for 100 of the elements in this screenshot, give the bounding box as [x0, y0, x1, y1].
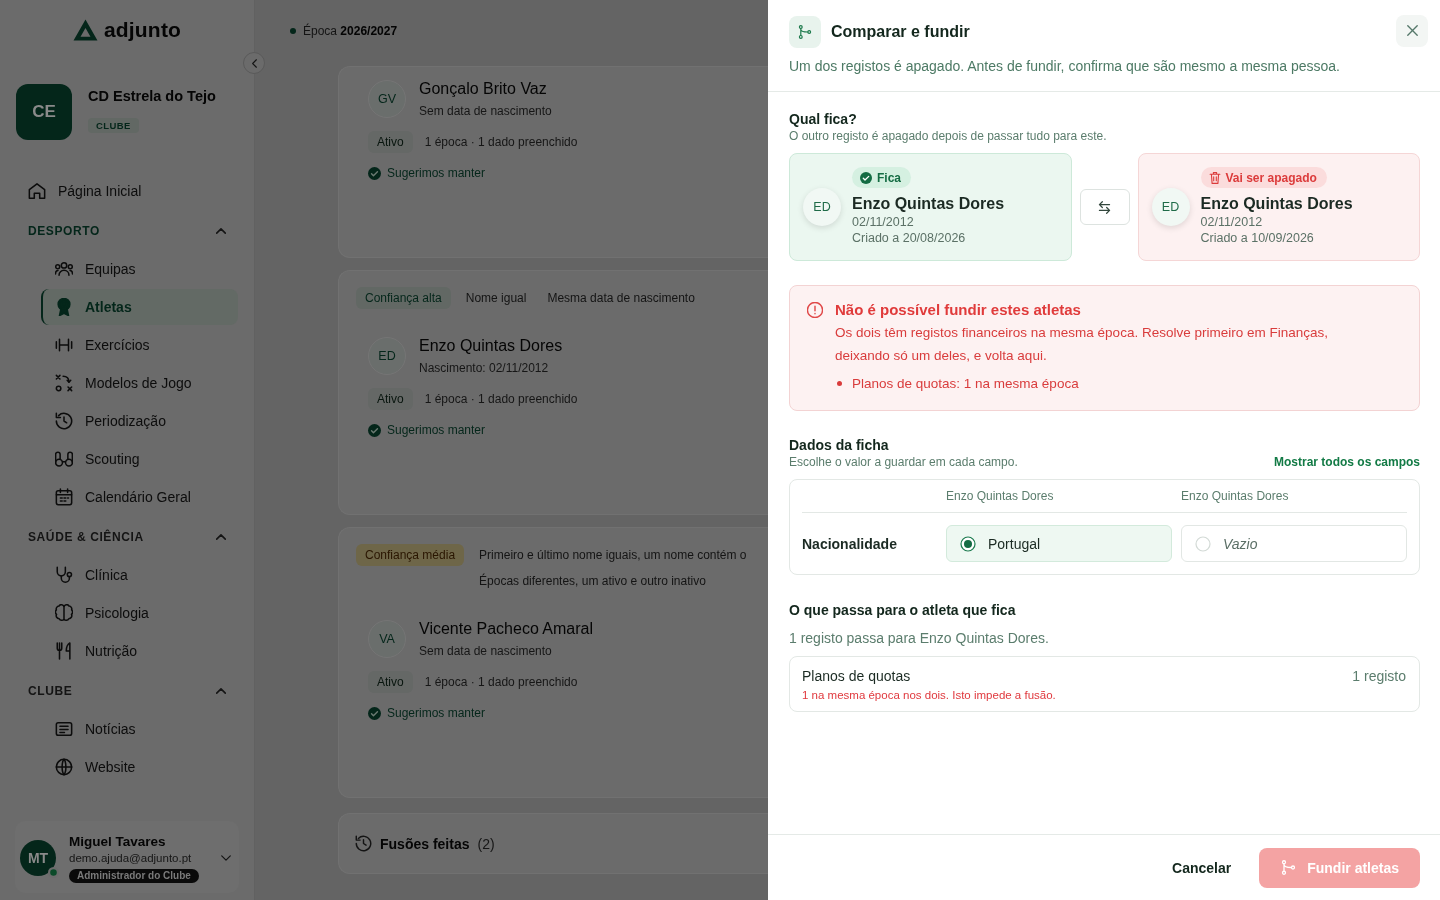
athlete-name: Vicente Pacheco Amaral [419, 619, 594, 639]
section-header[interactable]: SAÚDE & CIÊNCIA [28, 518, 226, 556]
history-icon [55, 412, 73, 430]
status-badge: Ativo [368, 131, 413, 153]
section-title: Dados da ficha [789, 436, 890, 454]
history-icon [355, 835, 372, 852]
confidence-badge: Confiança alta [356, 287, 451, 309]
check-circle-icon [860, 171, 872, 184]
status-dot-icon [290, 28, 296, 34]
section-title: Qual fica? [789, 110, 858, 128]
athlete-avatar: GV [368, 80, 406, 118]
transfer-name: Planos de quotas [802, 667, 911, 685]
field-label: Nacionalidade [802, 535, 898, 552]
close-icon [1406, 25, 1418, 36]
match-reason: Épocas diferentes, um ativo e outro inativo [479, 572, 706, 590]
trash-icon [1208, 171, 1221, 184]
nav-item[interactable]: Psicologia [41, 595, 238, 631]
created-date: Criado a 10/09/2026 [1200, 230, 1314, 246]
transfer-summary: 1 registo passa para Enzo Quintas Dores. [789, 629, 1050, 648]
check-circle-icon [368, 706, 381, 720]
swap-arrows-icon [1098, 200, 1111, 214]
status-badge: Ativo [368, 671, 413, 693]
record-avatar: ED [1151, 187, 1190, 226]
nav-item[interactable]: Clínica [41, 557, 238, 593]
close-button[interactable] [1396, 14, 1428, 47]
check-circle-icon [368, 423, 381, 437]
club-type-badge: CLUBE [88, 118, 139, 133]
dumbbell-icon [55, 336, 73, 354]
record-name: Enzo Quintas Dores [1200, 194, 1353, 214]
match-reason: Primeiro e último nome iguais, um nome contém o [479, 547, 747, 564]
nav-item[interactable]: Modelos de Jogo [41, 365, 238, 401]
match-reason: Mesma data de nascimento [547, 290, 695, 307]
confidence-badge: Confiança média [356, 544, 465, 566]
branch-icon [789, 16, 821, 48]
athlete-stats: 1 época · 1 dado preenchido [424, 135, 578, 149]
user-email: demo.ajuda@adjunto.pt [69, 851, 192, 866]
value-option[interactable]: Vazio [1181, 525, 1407, 562]
transfer-note: 1 na mesma época nos dois. Isto impede a fusão. [802, 688, 1057, 703]
history-count: (2) [477, 835, 495, 852]
nav-item[interactable]: Atletas [41, 289, 238, 325]
nav-item[interactable]: Periodização [41, 403, 238, 439]
nav-item[interactable]: Website [41, 749, 238, 785]
record-card[interactable]: ED Fica Enzo Quintas Dores 02/11/2012 Criado a 20/08/2026 [789, 153, 1072, 261]
birth-date: 02/11/2012 [852, 214, 914, 230]
brain-icon [55, 604, 73, 622]
suggestion-label: Sugerimos manter [387, 166, 486, 180]
value-option[interactable]: Portugal [946, 525, 1172, 562]
collapse-button[interactable] [243, 52, 265, 74]
branch-icon [1281, 860, 1297, 875]
drawer-subtitle: Um dos registos é apagado. Antes de fundir, confirma que são mesmo a mesma pessoa. [789, 57, 1341, 76]
nav-item[interactable]: Nutrição [41, 633, 238, 669]
drawer-title: Comparar e fundir [831, 23, 970, 41]
swap-button[interactable] [1079, 189, 1130, 225]
check-circle-icon [368, 166, 381, 180]
globe-icon [55, 758, 73, 776]
nav-item[interactable]: Scouting [41, 441, 238, 477]
alert-item: Planos de quotas: 1 na mesma época [852, 375, 1079, 393]
nav-item[interactable]: Calendário Geral [41, 479, 238, 515]
record-card[interactable]: ED Vai ser apagado Enzo Quintas Dores 02/11/2012 Criado a 10/09/2026 [1137, 153, 1420, 261]
people-icon [55, 260, 73, 278]
athlete-avatar: VA [368, 620, 406, 658]
nav-item[interactable]: Equipas [41, 251, 238, 287]
newspaper-icon [55, 720, 73, 738]
suggestion-label: Sugerimos manter [387, 706, 486, 720]
status-label: Vai ser apagado [1225, 170, 1317, 185]
logo-icon [72, 19, 98, 41]
section-title: O que passa para o atleta que fica [789, 601, 1017, 619]
history-card[interactable]: Fusões feitas (2) [338, 813, 768, 874]
nav-item[interactable]: Notícias [41, 711, 238, 747]
home-icon [28, 182, 46, 200]
play-diagram-icon [55, 374, 73, 392]
match-reason: Nome igual [465, 290, 527, 307]
nav-item[interactable]: Exercícios [41, 327, 238, 363]
history-title: Fusões feitas [380, 835, 470, 852]
birth-date: Sem data de nascimento [419, 103, 552, 119]
alert-title: Não é possível fundir estes atletas [835, 300, 1082, 320]
athlete-stats: 1 época · 1 dado preenchido [424, 392, 578, 406]
status-label: Fica [877, 170, 901, 185]
section-subtitle: Escolhe o valor a guardar em cada campo. [789, 454, 1018, 470]
athlete-avatar: ED [368, 337, 406, 375]
bullet-icon [837, 381, 842, 386]
cancel-button[interactable]: Cancelar [1156, 848, 1248, 887]
status-badge: Ativo [368, 388, 413, 410]
show-all-fields-link[interactable]: Mostrar todos os campos [1273, 454, 1420, 470]
alert-message: Os dois têm registos financeiros na mesma época. Resolve primeiro em Finanças, deixando só um deles, e volta aqui. [835, 324, 1329, 365]
nav-item[interactable]: Página Inicial [28, 172, 254, 210]
user-name: Miguel Tavares [69, 833, 166, 850]
section-header[interactable]: CLUBE [28, 672, 226, 710]
calendar-icon [55, 488, 73, 506]
created-date: Criado a 20/08/2026 [852, 230, 966, 246]
section-subtitle: O outro registo é apagado depois de passar tudo para este. [789, 128, 1108, 144]
record-avatar: ED [803, 187, 841, 226]
logo-text: adjunto [103, 18, 182, 42]
chevron-left-icon [251, 58, 257, 68]
column-header: Enzo Quintas Dores [1181, 489, 1290, 503]
birth-date: Nascimento: 02/11/2012 [419, 360, 550, 376]
section-header[interactable]: DESPORTO [28, 212, 226, 250]
user-avatar: MT [20, 840, 56, 876]
record-name: Enzo Quintas Dores [852, 194, 1005, 214]
role-badge: Administrador do Clube [69, 869, 199, 883]
